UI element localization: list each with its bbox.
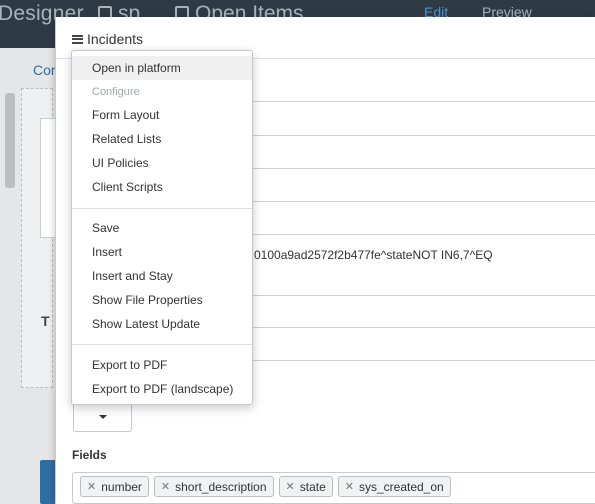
field-chip-label: state [299,479,326,494]
background-editor-area: Cor T [0,48,56,504]
field-underline [231,327,595,328]
field-chip[interactable]: ✕ short_description [153,476,274,497]
menu-item-configure: Configure [92,86,140,98]
menu-item-show-file-properties[interactable]: Show File Properties [72,288,252,312]
field-underline [231,135,595,136]
background-blue-block [40,460,56,504]
fields-input[interactable]: ✕ number ✕ short_description ✕ state ✕ sys_crea… [72,472,595,504]
field-chip[interactable]: ✕ number [80,476,149,497]
menu-item-export-to-pdf-landscape[interactable]: Export to PDF (landscape) [72,377,252,401]
menu-item-form-layout[interactable]: Form Layout [72,103,252,127]
field-underline [231,360,595,361]
modal-header[interactable]: Incidents [72,31,143,47]
menu-item-open-in-platform[interactable]: Open in platform [72,56,252,80]
field-chip[interactable]: ✕ state [278,476,333,497]
remove-chip-icon[interactable]: ✕ [161,480,170,493]
field-underline [231,101,595,102]
menu-item-related-lists[interactable]: Related Lists [72,127,252,151]
context-menu: Open in platform Configure Form Layout Rela… [71,50,253,405]
modal-title: Incidents [87,31,144,47]
dropdown-button[interactable] [73,401,132,432]
background-scrollbar[interactable] [5,93,15,188]
field-chip[interactable]: ✕ sys_created_on [337,476,451,497]
menu-item-insert[interactable]: Insert [72,240,252,264]
remove-chip-icon[interactable]: ✕ [286,480,295,493]
field-underline [231,168,595,169]
remove-chip-icon[interactable]: ✕ [345,480,354,493]
field-chip-label: sys_created_on [358,479,444,494]
menu-item-export-to-pdf[interactable]: Export to PDF [72,353,252,377]
background-widget [40,118,56,238]
field-chips: ✕ number ✕ short_description ✕ state ✕ sys_crea… [80,476,451,497]
remove-chip-icon[interactable]: ✕ [87,480,96,493]
menu-item-save[interactable]: Save [72,216,252,240]
field-underline [231,295,595,296]
background-panel-letter: T [41,313,50,329]
filter-query-value[interactable]: 0100a9ad2572f2b477fe^stateNOT IN6,7^EQ [254,248,493,262]
menu-divider [72,208,252,209]
field-chip-label: number [101,479,142,494]
field-underline [231,201,595,202]
menu-item-client-scripts[interactable]: Client Scripts [72,175,252,199]
hamburger-menu-icon[interactable] [72,34,83,44]
field-chip-label: short_description [175,479,267,494]
menu-item-show-latest-update[interactable]: Show Latest Update [72,312,252,336]
menu-item-ui-policies[interactable]: UI Policies [72,151,252,175]
fields-label: Fields [72,448,107,462]
caret-down-icon [99,415,107,419]
field-underline [231,234,595,235]
menu-item-insert-and-stay[interactable]: Insert and Stay [72,264,252,288]
menu-divider [72,344,252,345]
background-link[interactable]: Cor [33,62,56,78]
